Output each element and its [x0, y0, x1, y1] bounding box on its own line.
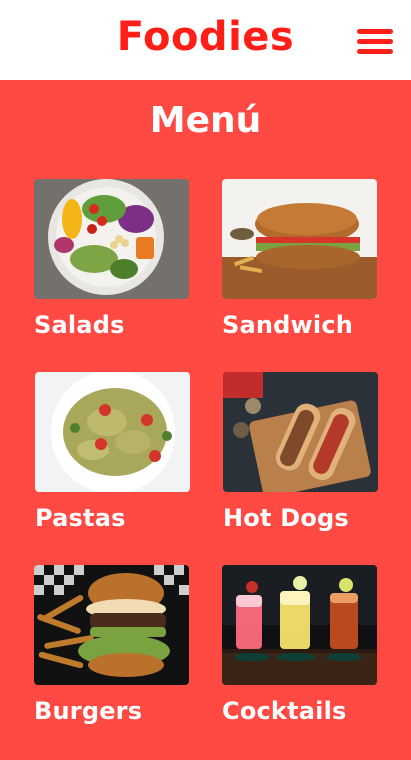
salad-bowl-image[interactable]: [34, 179, 189, 299]
category-grid: Salads Sandwich Pastas Hot Dogs Burgers …: [0, 0, 411, 760]
category-card-burgers[interactable]: Burgers: [34, 565, 194, 725]
category-label[interactable]: Cocktails: [222, 697, 382, 725]
category-label[interactable]: Salads: [34, 311, 194, 339]
category-card-hot-dogs[interactable]: Hot Dogs: [223, 372, 383, 532]
category-card-cocktails[interactable]: Cocktails: [222, 565, 382, 725]
category-card-salads[interactable]: Salads: [34, 179, 194, 339]
category-card-sandwich[interactable]: Sandwich: [222, 179, 382, 339]
category-label[interactable]: Hot Dogs: [223, 504, 383, 532]
sandwich-image[interactable]: [222, 179, 377, 299]
pasta-image[interactable]: [35, 372, 190, 492]
category-label[interactable]: Sandwich: [222, 311, 382, 339]
category-label[interactable]: Burgers: [34, 697, 194, 725]
cocktails-image[interactable]: [222, 565, 377, 685]
category-card-pastas[interactable]: Pastas: [35, 372, 195, 532]
category-label[interactable]: Pastas: [35, 504, 195, 532]
hot-dogs-image[interactable]: [223, 372, 378, 492]
burger-fries-image[interactable]: [34, 565, 189, 685]
